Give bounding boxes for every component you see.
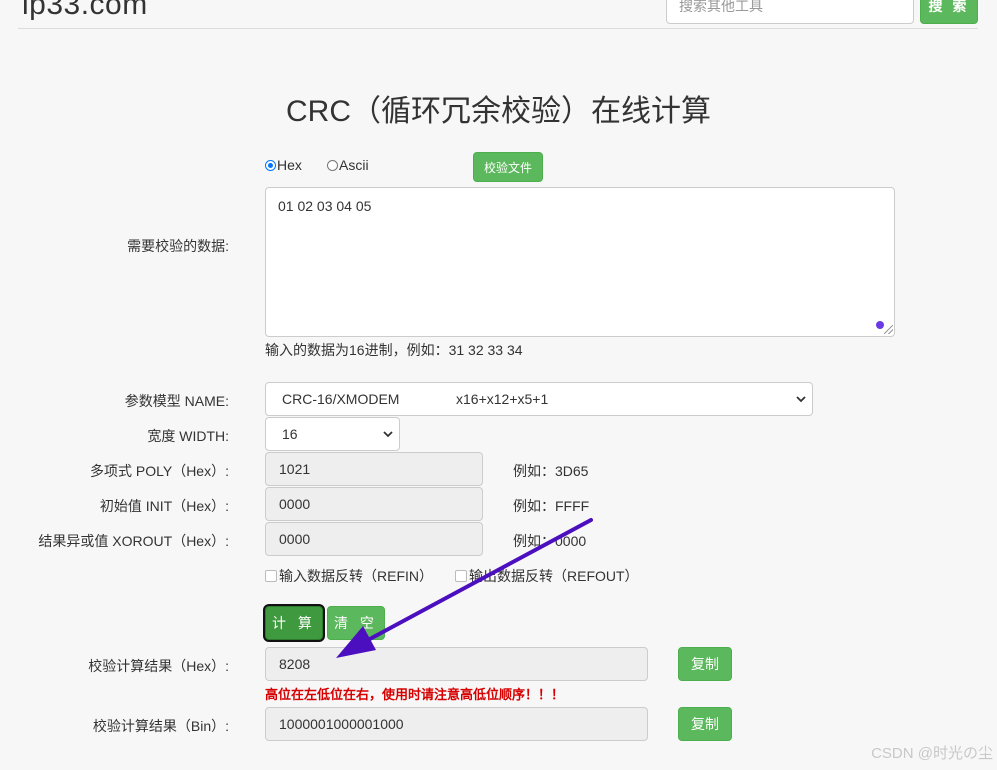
bin-result-field[interactable]: 1000001000001000: [265, 707, 648, 741]
chevron-down-icon: [796, 396, 806, 403]
bit-order-warning: 高位在左低位在右，使用时请注意高低位顺序！！！: [265, 687, 565, 702]
xorout-value: 0000: [279, 531, 311, 547]
init-value: 0000: [279, 496, 311, 512]
chevron-down-icon: [383, 431, 393, 438]
poly-label: 多项式 POLY（Hex）:: [90, 463, 229, 479]
xorout-label: 结果异或值 XOROUT（Hex）:: [38, 533, 229, 549]
hex-radio-label: Hex: [277, 157, 302, 173]
verify-file-button[interactable]: 校验文件: [473, 152, 543, 182]
watermark: CSDN @时光の尘: [871, 745, 993, 762]
resize-grip-icon[interactable]: [884, 325, 893, 334]
ascii-radio-label: Ascii: [339, 157, 369, 173]
poly-field[interactable]: 1021: [265, 452, 483, 486]
name-formula: x16+x12+x5+1: [456, 391, 549, 407]
calculate-button[interactable]: 计 算: [265, 606, 323, 640]
data-textarea[interactable]: 01 02 03 04 05: [265, 187, 895, 337]
refin-label: 输入数据反转（REFIN）: [279, 568, 433, 584]
data-label: 需要校验的数据:: [127, 238, 229, 254]
header-divider: [18, 28, 978, 29]
name-select[interactable]: CRC-16/XMODEM x16+x12+x5+1: [265, 382, 813, 416]
init-example: 例如：FFFF: [513, 498, 590, 514]
hex-result-value: 8208: [279, 656, 311, 672]
bin-result-label: 校验计算结果（Bin）:: [92, 718, 229, 734]
search-input[interactable]: [666, 0, 914, 24]
copy-hex-button[interactable]: 复制: [678, 647, 732, 681]
hex-radio-dot[interactable]: [265, 159, 276, 171]
ascii-radio-dot[interactable]: [327, 159, 338, 171]
refin-checkbox[interactable]: 输入数据反转（REFIN）: [265, 566, 433, 586]
name-value: CRC-16/XMODEM: [282, 391, 400, 407]
hex-radio[interactable]: Hex: [265, 157, 302, 173]
site-logo[interactable]: ip33.com: [22, 0, 148, 22]
width-label: 宽度 WIDTH:: [147, 428, 229, 444]
hex-result-label: 校验计算结果（Hex）:: [88, 658, 229, 674]
xorout-example: 例如：0000: [513, 533, 587, 549]
poly-value: 1021: [279, 461, 311, 477]
search-button[interactable]: 搜 索: [920, 0, 978, 24]
refout-checkbox[interactable]: 输出数据反转（REFOUT）: [455, 566, 639, 586]
page-title: CRC（循环冗余校验）在线计算: [286, 95, 711, 128]
ascii-radio[interactable]: Ascii: [327, 157, 369, 173]
copy-bin-button[interactable]: 复制: [678, 707, 732, 741]
hex-result-field[interactable]: 8208: [265, 647, 648, 681]
refout-label: 输出数据反转（REFOUT）: [469, 568, 639, 584]
init-field[interactable]: 0000: [265, 487, 483, 521]
name-label: 参数模型 NAME:: [124, 393, 229, 409]
resize-indicator-dot: [876, 321, 884, 329]
clear-button[interactable]: 清 空: [327, 606, 385, 640]
init-label: 初始值 INIT（Hex）:: [99, 498, 229, 514]
refout-checkbox-box[interactable]: [455, 570, 467, 582]
refin-checkbox-box[interactable]: [265, 570, 277, 582]
bin-result-value: 1000001000001000: [279, 716, 404, 732]
width-value: 16: [282, 426, 298, 442]
poly-example: 例如：3D65: [513, 463, 589, 479]
input-hint: 输入的数据为16进制，例如：31 32 33 34: [265, 342, 523, 358]
xorout-field[interactable]: 0000: [265, 522, 483, 556]
width-select[interactable]: 16: [265, 417, 400, 451]
